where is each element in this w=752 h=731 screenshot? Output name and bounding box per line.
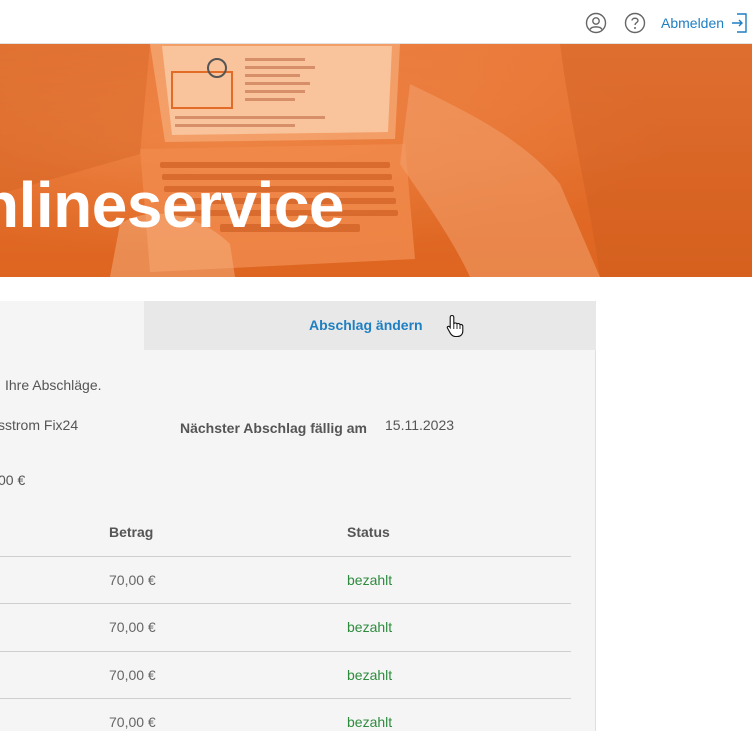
- row-amount: 70,00 €: [109, 619, 156, 635]
- hero-background-image: [0, 44, 752, 277]
- row-amount: 70,00 €: [109, 572, 156, 588]
- logout-label: Abmelden: [661, 15, 725, 31]
- row-status: bezahlt: [347, 667, 393, 683]
- tab-overview[interactable]: [0, 301, 144, 350]
- table-divider: [0, 603, 571, 604]
- column-header-amount: Betrag: [109, 524, 154, 540]
- logout-icon: [732, 13, 747, 33]
- top-header: Abmelden: [0, 0, 752, 44]
- next-due-date: 15.11.2023: [385, 417, 455, 433]
- hero-banner: nlineservice: [0, 44, 752, 277]
- help-icon[interactable]: [624, 12, 646, 34]
- installment-panel: Abschlag ändern Ihre Abschläge. sstrom F…: [0, 301, 596, 731]
- table-divider: [0, 651, 571, 652]
- tab-change-installment[interactable]: Abschlag ändern: [144, 301, 596, 350]
- next-due-label: Nächster Abschlag fällig am: [180, 420, 367, 436]
- hero-title: nlineservice: [0, 169, 345, 241]
- table-divider: [0, 698, 571, 699]
- row-status: bezahlt: [347, 619, 393, 635]
- tab-change-installment-label: Abschlag ändern: [309, 317, 423, 333]
- table-divider: [0, 556, 571, 557]
- user-icon[interactable]: [585, 12, 607, 34]
- current-installment-amount: 00 €: [0, 472, 26, 488]
- row-status: bezahlt: [347, 572, 393, 588]
- intro-text: Ihre Abschläge.: [5, 377, 102, 393]
- tariff-name: sstrom Fix24: [0, 417, 79, 433]
- column-header-status: Status: [347, 524, 390, 540]
- hand-cursor-icon: [446, 314, 464, 338]
- logout-button[interactable]: Abmelden: [661, 13, 748, 33]
- row-status: bezahlt: [347, 714, 393, 730]
- row-amount: 70,00 €: [109, 714, 156, 730]
- row-amount: 70,00 €: [109, 667, 156, 683]
